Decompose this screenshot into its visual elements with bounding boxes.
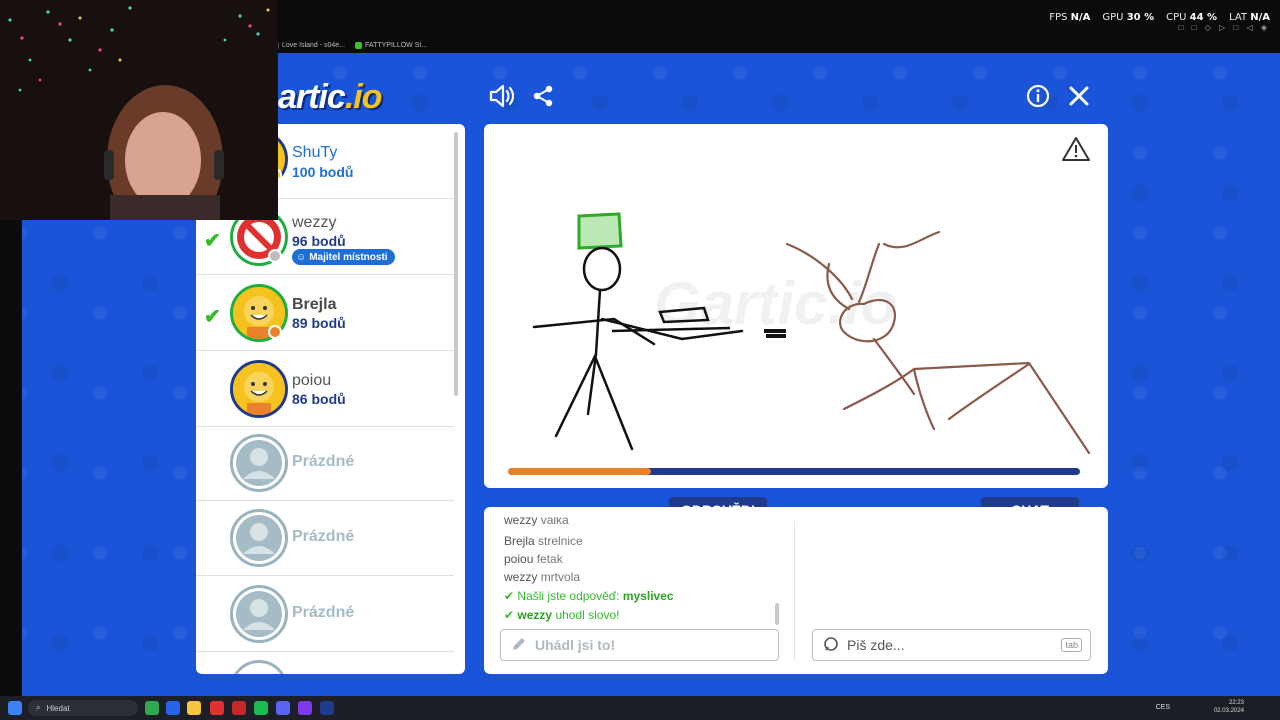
taskbar: ⌕ Hledat CES 22:23 02.03.2024 xyxy=(0,696,1280,720)
check-icon: ✔ xyxy=(504,589,515,603)
empty-slot xyxy=(196,652,454,674)
players-scrollbar[interactable] xyxy=(454,132,458,396)
taskbar-search[interactable]: ⌕ Hledat xyxy=(28,700,138,716)
app-icon[interactable] xyxy=(232,701,246,715)
player-name: poiou xyxy=(292,372,332,389)
overlay-icons: □ □ ◇ ▷ □ ◁ ◈ xyxy=(1178,23,1270,32)
screen: Love Island - s04e... FATTYPILLOW St... … xyxy=(0,0,1280,720)
tab-favicon-icon xyxy=(355,41,363,49)
drawing-canvas[interactable]: Gartic.io xyxy=(484,124,1108,488)
smile-icon: ☺ xyxy=(296,252,307,263)
opera-icon[interactable] xyxy=(210,701,224,715)
browser-tab[interactable]: Love Island - s04e... xyxy=(272,41,346,49)
browser-tab-label: FATTYPILLOW St... xyxy=(365,41,428,49)
player-name: wezzy xyxy=(292,214,337,231)
performance-overlay: FPS N/A GPU 30 % CPU 44 % LAT N/A xyxy=(1049,12,1270,23)
empty-avatar-icon xyxy=(230,509,288,567)
browser-tabs: Love Island - s04e... FATTYPILLOW St... xyxy=(272,38,427,52)
chat-field[interactable]: tab xyxy=(812,629,1091,661)
pencil-icon xyxy=(511,636,527,655)
player-score: 96 bodů xyxy=(292,233,346,249)
start-icon[interactable] xyxy=(8,701,22,715)
empty-slot: Prázdné xyxy=(196,577,454,652)
empty-slot-label: Prázdné xyxy=(292,453,355,470)
webcam-overlay xyxy=(0,0,278,220)
obs-icon[interactable] xyxy=(298,701,312,715)
player-score: 89 bodů xyxy=(292,315,346,331)
guessed-check-icon: ✔ xyxy=(204,230,221,252)
answer-input[interactable] xyxy=(535,637,715,653)
answers-log: wezzy valka Brejla strelnice poiou fetak… xyxy=(504,517,784,624)
left-dark-strip xyxy=(0,220,22,696)
chat-input[interactable] xyxy=(847,637,1027,653)
round-timer-fill xyxy=(508,468,651,475)
steam-icon[interactable] xyxy=(320,701,334,715)
player-score: 100 bodů xyxy=(292,164,354,180)
empty-avatar-icon xyxy=(230,434,288,492)
perf-fps: FPS N/A xyxy=(1049,12,1091,23)
gartic-logo: artic.io xyxy=(278,78,382,116)
perf-gpu: GPU 30 % xyxy=(1102,12,1155,23)
report-warning-icon[interactable] xyxy=(1062,136,1090,164)
list-item: poiou fetak xyxy=(504,552,563,566)
answers-chat-panel: wezzy valka Brejla strelnice poiou fetak… xyxy=(484,507,1108,674)
answer-found-message: ✔ Našli jste odpověď: myslivec xyxy=(504,589,674,603)
answers-scrollbar[interactable] xyxy=(775,603,779,625)
perf-lat: LAT N/A xyxy=(1229,12,1270,23)
chat-bubble-icon xyxy=(823,636,839,655)
status-badge xyxy=(268,249,282,263)
avatar xyxy=(230,360,288,418)
status-badge xyxy=(268,325,282,339)
xbox-icon[interactable] xyxy=(145,701,159,715)
empty-slot-label: Prázdné xyxy=(292,528,355,545)
check-icon: ✔ xyxy=(504,608,515,622)
player-score: 86 bodů xyxy=(292,391,346,407)
player-row: ✔ Brejla 89 bodů xyxy=(196,276,454,351)
empty-slot: Prázdné xyxy=(196,501,454,576)
empty-slot: Prázdné xyxy=(196,426,454,501)
room-owner-badge: ☺ Majitel místnosti xyxy=(292,249,395,265)
browser-tab-label: Love Island - s04e... xyxy=(282,41,346,49)
tab-key-hint: tab xyxy=(1061,638,1082,652)
guessed-message: ✔ wezzy uhodl slovo! xyxy=(504,608,620,622)
player-row: poiou 86 bodů xyxy=(196,352,454,427)
info-icon[interactable] xyxy=(1023,81,1053,111)
close-icon[interactable] xyxy=(1064,81,1094,111)
player-name: ShuTy xyxy=(292,144,338,161)
sound-icon[interactable] xyxy=(487,81,517,111)
edge-icon[interactable] xyxy=(166,701,180,715)
explorer-icon[interactable] xyxy=(187,701,201,715)
answer-field[interactable] xyxy=(500,629,779,661)
list-item: wezzy valka xyxy=(504,517,569,526)
player-name: Brejla xyxy=(292,296,337,313)
language-indicator[interactable]: CES xyxy=(1156,704,1170,711)
guessed-check-icon: ✔ xyxy=(204,306,221,328)
drawing: Gartic.io xyxy=(532,212,1091,455)
spotify-icon[interactable] xyxy=(254,701,268,715)
clock[interactable]: 22:23 02.03.2024 xyxy=(1214,699,1244,715)
empty-avatar-icon xyxy=(230,585,288,643)
empty-avatar-icon xyxy=(230,660,288,674)
list-item: Brejla strelnice xyxy=(504,534,583,548)
perf-cpu: CPU 44 % xyxy=(1166,12,1218,23)
list-item: wezzy mrtvola xyxy=(504,570,581,584)
browser-tab[interactable]: FATTYPILLOW St... xyxy=(355,41,428,49)
round-timer-bar xyxy=(508,468,1080,475)
discord-icon[interactable] xyxy=(276,701,290,715)
panel-divider xyxy=(794,521,795,661)
search-icon: ⌕ xyxy=(36,703,41,712)
share-icon[interactable] xyxy=(528,81,558,111)
empty-slot-label: Prázdné xyxy=(292,604,355,621)
